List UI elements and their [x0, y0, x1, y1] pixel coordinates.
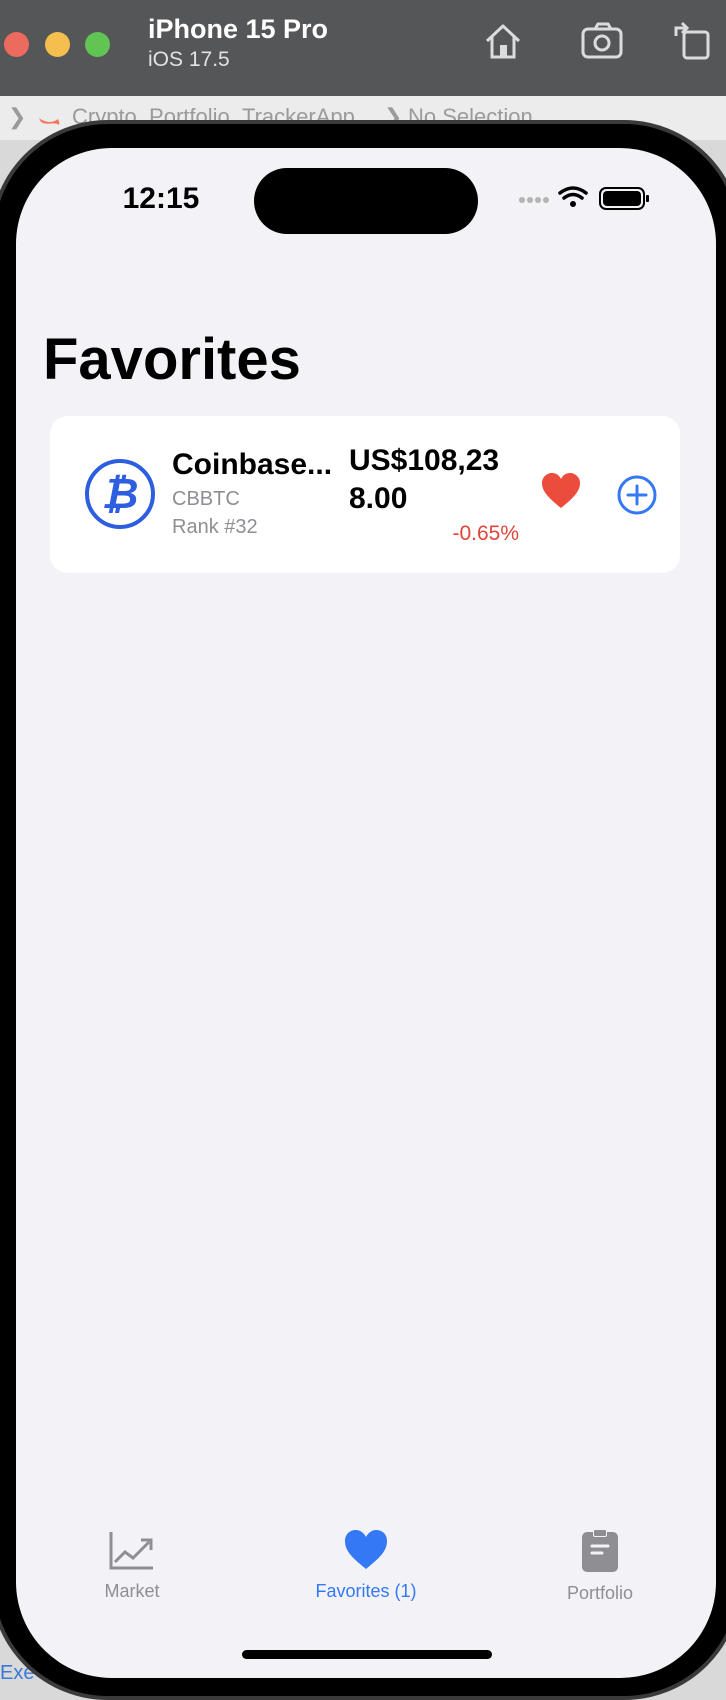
tab-favorites-label: Favorites (1)	[315, 1581, 417, 1601]
home-indicator[interactable]	[242, 1650, 492, 1659]
clipboard-icon	[582, 1529, 618, 1572]
minimize-window-button[interactable]	[45, 32, 70, 57]
coin-price: US$108,238.00	[349, 444, 500, 515]
tab-portfolio[interactable]: Portfolio	[510, 1528, 690, 1604]
coin-symbol: CBBTC	[172, 488, 240, 510]
phone-screen: 12:15 Favorites ₿ Coinbase... CBBTC Rank…	[16, 148, 716, 1678]
heart-icon	[345, 1530, 387, 1569]
tab-market-label: Market	[104, 1581, 160, 1601]
favorite-coin-row[interactable]: ₿ Coinbase... CBBTC Rank #32 US$108,238.…	[50, 416, 680, 573]
heart-icon[interactable]	[540, 472, 582, 510]
close-window-button[interactable]	[4, 32, 29, 57]
chart-icon	[109, 1532, 153, 1570]
page-title: Favorites	[43, 327, 301, 392]
coin-name: Coinbase...	[172, 448, 333, 481]
os-version: iOS 17.5	[148, 48, 230, 71]
tab-favorites[interactable]: Favorites (1)	[276, 1528, 456, 1602]
chevron-right-icon: ❯	[8, 104, 27, 129]
zoom-window-button[interactable]	[85, 32, 110, 57]
status-time: 12:15	[122, 182, 200, 215]
simulator-titlebar: iPhone 15 Pro iOS 17.5	[0, 0, 726, 96]
svg-text:₿: ₿	[102, 469, 139, 518]
screenshot-icon[interactable]	[580, 20, 626, 62]
battery-icon	[599, 187, 649, 210]
status-icons	[519, 186, 649, 210]
device-name: iPhone 15 Pro	[148, 14, 329, 44]
coin-rank: Rank #32	[172, 516, 258, 538]
tab-market[interactable]: Market	[42, 1528, 222, 1602]
swift-icon	[39, 118, 60, 125]
home-icon[interactable]	[482, 20, 524, 62]
bitcoin-icon: ₿	[85, 459, 155, 529]
signal-icon	[519, 197, 549, 203]
rotate-icon[interactable]	[672, 20, 712, 62]
tab-bar: Market Favorites (1) Portfolio	[16, 1528, 716, 1648]
dynamic-island	[254, 168, 478, 234]
wifi-icon	[558, 186, 588, 207]
tab-portfolio-label: Portfolio	[566, 1583, 634, 1603]
add-to-portfolio-icon[interactable]	[616, 474, 658, 516]
price-change: -0.65%	[452, 522, 519, 545]
